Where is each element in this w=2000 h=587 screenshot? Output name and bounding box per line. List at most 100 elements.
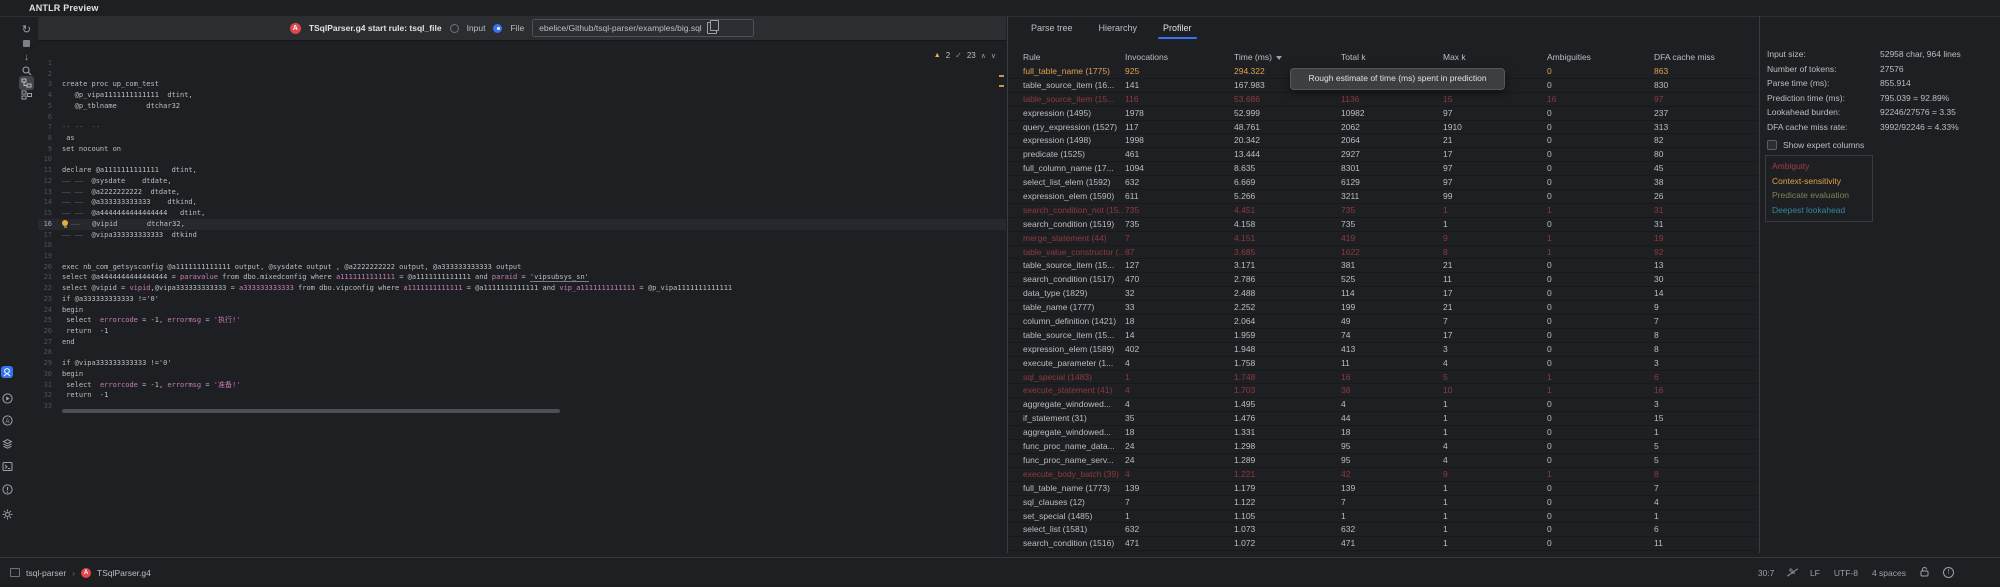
code-line[interactable]: 1 xyxy=(38,58,1006,69)
inspections-widget[interactable]: ▲2 ✓23 ∧ ∨ xyxy=(934,51,996,60)
code-line[interactable]: 21select @a4444444444444444 = paravalue … xyxy=(38,272,1006,283)
copy-path-icon[interactable] xyxy=(707,22,717,34)
column-header[interactable]: Total k xyxy=(1341,49,1366,65)
code-line[interactable]: 6 xyxy=(38,112,1006,123)
profiler-row[interactable]: func_proc_name_data...241.29895405 xyxy=(1008,440,1758,454)
code-line[interactable]: 15—— —— @a4444444444444444 dtint, xyxy=(38,208,1006,219)
error-stripe-mark[interactable] xyxy=(999,75,1004,77)
caret-position[interactable]: 30:7 xyxy=(1758,568,1775,578)
profiler-row[interactable]: table_source_item (15...1273.17138121013 xyxy=(1008,259,1758,273)
profiler-row[interactable]: search_condition (1516)4711.0724711011 xyxy=(1008,537,1758,551)
code-line[interactable]: 4 @p_vipa1111111111111 dtint, xyxy=(38,90,1006,101)
services-layers-icon[interactable] xyxy=(2,438,13,449)
profiler-row[interactable]: expression_elem (1590)6115.266321199026 xyxy=(1008,190,1758,204)
column-header[interactable]: Max k xyxy=(1443,49,1466,65)
refresh-icon[interactable]: ↻ xyxy=(19,22,34,36)
profiler-row[interactable]: search_condition (1517)4702.78652511030 xyxy=(1008,273,1758,287)
code-line[interactable]: 12—— —— @sysdate dtdate, xyxy=(38,176,1006,187)
profiler-row[interactable]: table_name (1777)332.2521992109 xyxy=(1008,301,1758,315)
column-header[interactable]: Time (ms) xyxy=(1234,49,1282,65)
project-window-icon[interactable] xyxy=(10,568,20,577)
profiler-row[interactable]: sql_special (1483)11.74816516 xyxy=(1008,371,1758,385)
profiler-row[interactable]: select_list_elem (1592)6326.669612997038 xyxy=(1008,176,1758,190)
profiler-row[interactable]: column_definition (1421)182.06449707 xyxy=(1008,315,1758,329)
profiler-row[interactable]: query_expression (1527)11748.76120621910… xyxy=(1008,121,1758,135)
code-line[interactable]: 30begin xyxy=(38,369,1006,380)
code-line[interactable]: 17—— —— @vipa333333333333 dtkind xyxy=(38,230,1006,241)
profiler-row[interactable]: expression (1495)197852.99910982970237 xyxy=(1008,107,1758,121)
profiler-row[interactable]: table_source_item (15...11653.6861136151… xyxy=(1008,93,1758,107)
code-line[interactable]: 31 select errorcode = -1, errormsg = '准备… xyxy=(38,380,1006,391)
antlr-circle-icon[interactable]: A xyxy=(2,415,13,426)
code-line[interactable]: 7-- -- -- xyxy=(38,122,1006,133)
terminal-toolwindow-icon[interactable] xyxy=(2,461,13,472)
code-line[interactable]: 5 @p_tblname dtchar32 xyxy=(38,101,1006,112)
code-line[interactable]: 28 xyxy=(38,347,1006,358)
breadcrumb-project[interactable]: tsql-parser xyxy=(26,568,66,578)
code-line[interactable]: 26 return -1 xyxy=(38,326,1006,337)
profiler-row[interactable]: expression (1498)199820.342206421082 xyxy=(1008,134,1758,148)
horizontal-scrollbar[interactable] xyxy=(62,409,560,413)
profiler-row[interactable]: sql_clauses (12)71.1227104 xyxy=(1008,496,1758,510)
profiler-row[interactable]: if_statement (31)351.476441015 xyxy=(1008,412,1758,426)
code-line[interactable]: 22select @vipid = vipid,@vipa33333333333… xyxy=(38,283,1006,294)
profiler-row[interactable]: aggregate_windowed...41.4954103 xyxy=(1008,398,1758,412)
code-line[interactable]: 14—— —— @a333333333333 dtkind, xyxy=(38,197,1006,208)
notifications-icon[interactable]: ! xyxy=(1943,567,1954,578)
tab-parse-tree[interactable]: Parse tree xyxy=(1022,16,1082,40)
profiler-row[interactable]: func_proc_name_serv...241.28995405 xyxy=(1008,454,1758,468)
profiler-row[interactable]: aggregate_windowed...181.33118101 xyxy=(1008,426,1758,440)
code-line[interactable]: 2 xyxy=(38,69,1006,80)
stop-icon[interactable] xyxy=(19,36,34,50)
profiler-row[interactable]: search_condition_not (15...7354.45173511… xyxy=(1008,204,1758,218)
file-encoding[interactable]: UTF-8 xyxy=(1834,568,1858,578)
code-line[interactable]: 19 xyxy=(38,251,1006,262)
code-line[interactable]: 20exec nb_com_getsysconfig @a11111111111… xyxy=(38,262,1006,273)
profiler-row[interactable]: execute_body_batch (39)41.22142918 xyxy=(1008,468,1758,482)
editor-body[interactable]: 123create proc up_com_test4 @p_vipa11111… xyxy=(38,41,1006,553)
profiler-row[interactable]: data_type (1829)322.48811417014 xyxy=(1008,287,1758,301)
input-radio[interactable] xyxy=(450,24,459,33)
profiler-row[interactable]: full_table_name (1773)1391.179139107 xyxy=(1008,482,1758,496)
antlr-preview-toolwindow-icon[interactable] xyxy=(1,366,13,378)
code-line[interactable]: 27end xyxy=(38,337,1006,348)
tab-profiler[interactable]: Profiler xyxy=(1154,16,1201,40)
profiler-row[interactable]: predicate (1525)46113.444292717080 xyxy=(1008,148,1758,162)
next-problem-icon[interactable]: ∨ xyxy=(991,52,996,60)
problems-toolwindow-icon[interactable] xyxy=(2,484,13,495)
profiler-row[interactable]: search_condition (1514)41.0314111 xyxy=(1008,551,1758,553)
code-line[interactable]: 32 return -1 xyxy=(38,390,1006,401)
profiler-row[interactable]: merge_statement (44)74.1514199119 xyxy=(1008,232,1758,246)
code-line[interactable]: 10 xyxy=(38,154,1006,165)
hierarchy-view-icon[interactable] xyxy=(19,88,34,102)
tab-hierarchy[interactable]: Hierarchy xyxy=(1090,16,1147,40)
code-line[interactable]: 16—— @vipid dtchar32, xyxy=(38,219,1006,230)
run-toolwindow-icon[interactable] xyxy=(2,393,13,404)
profiler-row[interactable]: set_special (1485)11.1051101 xyxy=(1008,510,1758,524)
profiler-row[interactable]: execute_statement (41)41.7033810116 xyxy=(1008,384,1758,398)
expert-columns-checkbox[interactable] xyxy=(1767,140,1777,150)
profiler-row[interactable]: search_condition (1519)7354.1587351031 xyxy=(1008,218,1758,232)
show-expert-columns-row[interactable]: Show expert columns xyxy=(1767,138,1864,152)
code-line[interactable]: 23if @a333333333333 !='0' xyxy=(38,294,1006,305)
profiler-row[interactable]: select_list (1581)6321.073632106 xyxy=(1008,523,1758,537)
intention-bulb-icon[interactable] xyxy=(62,220,68,226)
code-line[interactable]: 8 as xyxy=(38,133,1006,144)
code-line[interactable]: 29if @vipa333333333333 !='0' xyxy=(38,358,1006,369)
breadcrumb-file[interactable]: TSqlParser.g4 xyxy=(97,568,151,578)
file-radio[interactable] xyxy=(493,24,502,33)
code-line[interactable]: 13—— —— @a2222222222 dtdate, xyxy=(38,187,1006,198)
unlock-icon[interactable] xyxy=(1920,567,1929,579)
download-profile-icon[interactable]: ↓ xyxy=(19,50,34,64)
column-header[interactable]: Rule xyxy=(1023,49,1040,65)
code-line[interactable]: 18 xyxy=(38,240,1006,251)
column-header[interactable]: DFA cache miss xyxy=(1654,49,1715,65)
code-line[interactable]: 9set nocount on xyxy=(38,144,1006,155)
input-radio-label[interactable]: Input xyxy=(467,23,486,33)
column-header[interactable]: Invocations xyxy=(1125,49,1168,65)
code-line[interactable]: 24begin xyxy=(38,305,1006,316)
file-path-field[interactable]: ebelice/Github/tsql-parser/examples/big.… xyxy=(532,19,754,37)
indent-setting[interactable]: 4 spaces xyxy=(1872,568,1906,578)
profiler-row[interactable]: table_source_item (15...141.959741708 xyxy=(1008,329,1758,343)
profiler-row[interactable]: full_column_name (17...10948.63583019704… xyxy=(1008,162,1758,176)
